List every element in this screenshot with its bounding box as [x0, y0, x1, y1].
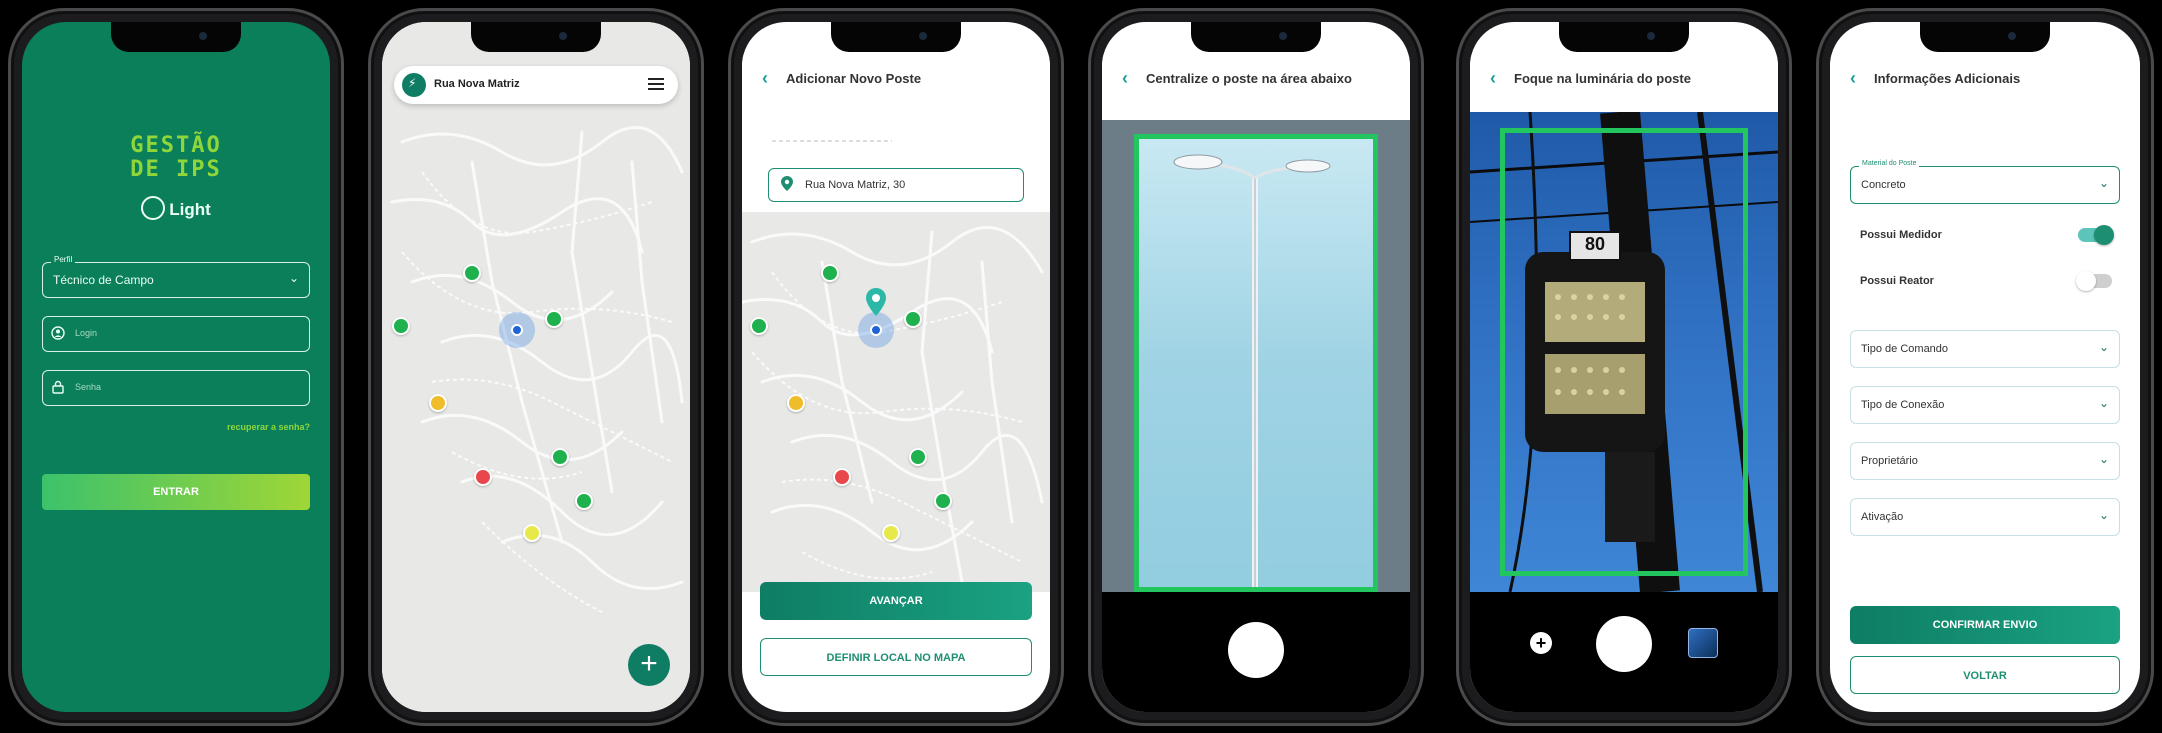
location-pin-icon	[781, 176, 793, 191]
phone-camera-luminaire: ‹ Foque na luminária do poste 80 +	[1456, 8, 1792, 726]
enter-button[interactable]: ENTRAR	[42, 474, 310, 510]
login-screen: GESTÃO DE IPS Light Perfil Técnico de Ca…	[22, 22, 330, 712]
notch	[1191, 22, 1321, 52]
senha-input[interactable]: Senha	[42, 370, 310, 406]
reactor-toggle[interactable]	[2076, 271, 2112, 291]
pole-pin-warning[interactable]	[429, 394, 447, 412]
header: ‹ Centralize o poste na área abaixo	[1102, 54, 1410, 104]
advance-button[interactable]: AVANÇAR	[760, 582, 1032, 620]
brand-icon	[402, 73, 426, 97]
shutter-button[interactable]	[1596, 616, 1652, 672]
pole-pin-warning[interactable]	[787, 394, 805, 412]
phone-map: Rua Nova Matriz +	[368, 8, 704, 726]
recover-password-link[interactable]: recuperar a senha?	[227, 422, 310, 432]
back-chevron-icon[interactable]: ‹	[1850, 68, 1856, 89]
reactor-toggle-row: Possui Reator	[1860, 270, 2120, 294]
bolt-icon	[141, 196, 166, 220]
capture-frame	[1500, 128, 1748, 576]
current-location-marker	[499, 312, 535, 348]
connection-type-select[interactable]: Tipo de Conexão ⌄	[1850, 386, 2120, 424]
chevron-down-icon: ⌄	[2098, 176, 2109, 190]
pole-pin-ok[interactable]	[545, 310, 563, 328]
map-view[interactable]	[742, 212, 1050, 592]
page-title: Foque na luminária do poste	[1514, 71, 1691, 86]
menu-icon[interactable]	[648, 78, 664, 90]
confirm-submit-button[interactable]: CONFIRMAR ENVIO	[1850, 606, 2120, 644]
add-pole-screen: ‹ Adicionar Novo Poste Rua Nova Matriz, …	[742, 22, 1050, 712]
chevron-down-icon: ⌄	[2098, 396, 2109, 410]
phone-additional-info: ‹ Informações Adicionais Material do Pos…	[1816, 8, 2154, 726]
notch	[1920, 22, 2050, 52]
pole-pin-pending[interactable]	[882, 524, 900, 542]
pole-pin-ok[interactable]	[463, 264, 481, 282]
phone-camera-pole: ‹ Centralize o poste na área abaixo	[1088, 8, 1424, 726]
notch	[1559, 22, 1689, 52]
pole-pin-ok[interactable]	[821, 264, 839, 282]
header: ‹ Informações Adicionais	[1830, 54, 2140, 104]
faint-divider	[772, 140, 892, 142]
pole-pin-pending[interactable]	[523, 524, 541, 542]
meter-toggle[interactable]	[2078, 225, 2114, 245]
login-input[interactable]: Login	[42, 316, 310, 352]
page-title: Adicionar Novo Poste	[786, 71, 922, 86]
address-field[interactable]: Rua Nova Matriz, 30	[768, 168, 1024, 202]
camera-controls: +	[1470, 592, 1778, 712]
header: ‹ Foque na luminária do poste	[1470, 54, 1778, 104]
chevron-down-icon: ⌄	[288, 271, 299, 285]
plus-circle-icon[interactable]: +	[1530, 632, 1552, 654]
back-chevron-icon[interactable]: ‹	[1122, 68, 1128, 89]
camera-viewfinder: 80	[1470, 112, 1778, 592]
app-logo: GESTÃO DE IPS	[130, 133, 222, 182]
add-pole-button[interactable]: +	[628, 644, 670, 686]
shutter-button[interactable]	[1228, 622, 1284, 678]
chevron-down-icon: ⌄	[2098, 340, 2109, 354]
lock-icon	[52, 380, 64, 394]
notch	[471, 22, 601, 52]
back-button[interactable]: VOLTAR	[1850, 656, 2120, 694]
additional-info-screen: ‹ Informações Adicionais Material do Pos…	[1830, 22, 2140, 712]
new-pole-location-pin-icon[interactable]	[866, 288, 886, 316]
map-roads	[390, 126, 684, 613]
chevron-down-icon: ⌄	[2098, 452, 2109, 466]
owner-select[interactable]: Proprietário ⌄	[1850, 442, 2120, 480]
pole-pin-ok[interactable]	[575, 492, 593, 510]
camera-viewfinder	[1102, 120, 1410, 606]
back-chevron-icon[interactable]: ‹	[1490, 68, 1496, 89]
chevron-down-icon: ⌄	[2098, 508, 2109, 522]
current-location-marker	[858, 312, 894, 348]
set-location-on-map-button[interactable]: DEFINIR LOCAL NO MAPA	[760, 638, 1032, 676]
camera-controls	[1102, 592, 1410, 712]
pole-pin-error[interactable]	[833, 468, 851, 486]
pole-pin-ok[interactable]	[904, 310, 922, 328]
capture-frame	[1134, 134, 1378, 592]
perfil-select[interactable]: Perfil Técnico de Campo ⌄	[42, 255, 310, 298]
activation-select[interactable]: Ativação ⌄	[1850, 498, 2120, 536]
phone-add-pole: ‹ Adicionar Novo Poste Rua Nova Matriz, …	[728, 8, 1064, 726]
pole-pin-ok[interactable]	[934, 492, 952, 510]
pole-pin-ok[interactable]	[750, 317, 768, 335]
meter-toggle-row: Possui Medidor	[1860, 224, 2120, 248]
material-select[interactable]: Material do Poste Concreto ⌄	[1850, 160, 2120, 204]
command-type-select[interactable]: Tipo de Comando ⌄	[1850, 330, 2120, 368]
camera-pole-screen: ‹ Centralize o poste na área abaixo	[1102, 22, 1410, 712]
notch	[831, 22, 961, 52]
camera-luminaire-screen: ‹ Foque na luminária do poste 80 +	[1470, 22, 1778, 712]
phone-login: GESTÃO DE IPS Light Perfil Técnico de Ca…	[8, 8, 344, 726]
pole-pin-ok[interactable]	[392, 317, 410, 335]
page-title: Centralize o poste na área abaixo	[1146, 71, 1352, 86]
pole-pin-ok[interactable]	[551, 448, 569, 466]
address-search-bar[interactable]: Rua Nova Matriz	[394, 66, 678, 104]
header: ‹ Adicionar Novo Poste	[742, 54, 1050, 104]
page-title: Informações Adicionais	[1874, 71, 2021, 86]
notch	[111, 22, 241, 52]
gallery-icon[interactable]	[1688, 628, 1718, 658]
map-view[interactable]	[382, 22, 690, 712]
back-chevron-icon[interactable]: ‹	[762, 68, 768, 89]
map-screen: Rua Nova Matriz +	[382, 22, 690, 712]
user-icon	[51, 326, 65, 340]
pole-pin-error[interactable]	[474, 468, 492, 486]
brand-logo: Light	[22, 196, 330, 220]
pole-pin-ok[interactable]	[909, 448, 927, 466]
